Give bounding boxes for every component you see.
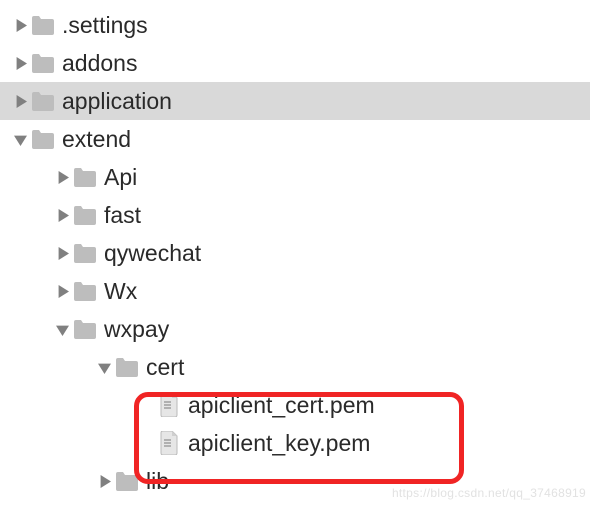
chevron-right-icon[interactable] — [10, 57, 30, 70]
tree-row[interactable]: Api — [0, 158, 590, 196]
tree-row[interactable]: apiclient_cert.pem — [0, 386, 590, 424]
chevron-right-icon[interactable] — [52, 247, 72, 260]
chevron-placeholder — [136, 399, 156, 412]
folder-icon — [30, 91, 56, 111]
tree-item-label: fast — [102, 202, 141, 229]
folder-icon — [30, 15, 56, 35]
tree-row[interactable]: Wx — [0, 272, 590, 310]
tree-item-label: extend — [60, 126, 131, 153]
chevron-down-icon[interactable] — [94, 361, 114, 374]
tree-row[interactable]: addons — [0, 44, 590, 82]
tree-row[interactable]: apiclient_key.pem — [0, 424, 590, 462]
tree-item-label: application — [60, 88, 172, 115]
tree-row[interactable]: cert — [0, 348, 590, 386]
watermark-text: https://blog.csdn.net/qq_37468919 — [392, 486, 586, 500]
chevron-right-icon[interactable] — [94, 475, 114, 488]
tree-row[interactable]: extend — [0, 120, 590, 158]
folder-icon — [30, 53, 56, 73]
tree-item-label: Wx — [102, 278, 137, 305]
folder-icon — [114, 471, 140, 491]
tree-row[interactable]: qywechat — [0, 234, 590, 272]
tree-item-label: addons — [60, 50, 137, 77]
folder-icon — [72, 205, 98, 225]
tree-row[interactable]: .settings — [0, 6, 590, 44]
chevron-right-icon[interactable] — [52, 209, 72, 222]
folder-icon — [72, 243, 98, 263]
file-icon — [156, 393, 182, 417]
tree-row[interactable]: fast — [0, 196, 590, 234]
tree-item-label: wxpay — [102, 316, 169, 343]
folder-icon — [30, 129, 56, 149]
folder-icon — [72, 281, 98, 301]
folder-icon — [114, 357, 140, 377]
file-tree: .settings addons application extend Api fast q… — [0, 6, 590, 500]
chevron-right-icon[interactable] — [10, 19, 30, 32]
chevron-down-icon[interactable] — [52, 323, 72, 336]
tree-item-label: .settings — [60, 12, 148, 39]
file-icon — [156, 431, 182, 455]
folder-icon — [72, 319, 98, 339]
chevron-placeholder — [136, 437, 156, 450]
tree-item-label: lib — [144, 468, 169, 495]
tree-item-label: cert — [144, 354, 184, 381]
tree-item-label: apiclient_cert.pem — [186, 392, 375, 419]
chevron-down-icon[interactable] — [10, 133, 30, 146]
chevron-right-icon[interactable] — [52, 285, 72, 298]
tree-item-label: apiclient_key.pem — [186, 430, 370, 457]
tree-row[interactable]: application — [0, 82, 590, 120]
tree-row[interactable]: wxpay — [0, 310, 590, 348]
tree-item-label: Api — [102, 164, 137, 191]
chevron-right-icon[interactable] — [10, 95, 30, 108]
tree-item-label: qywechat — [102, 240, 201, 267]
chevron-right-icon[interactable] — [52, 171, 72, 184]
folder-icon — [72, 167, 98, 187]
